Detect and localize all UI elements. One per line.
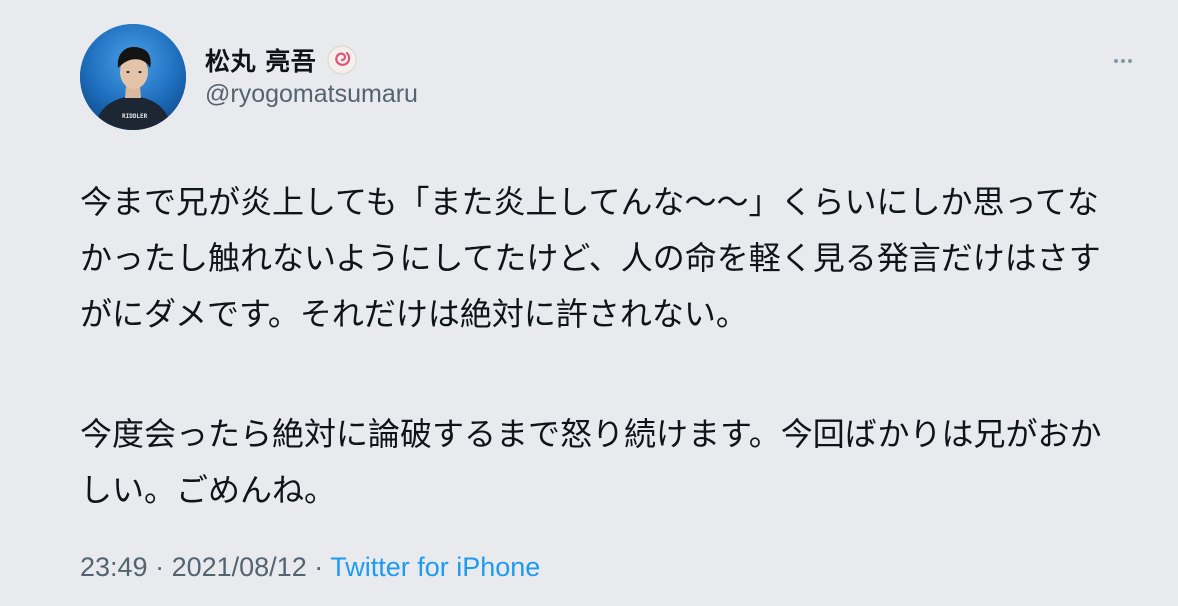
tweet-card: RIDDLER 松丸 亮吾 @ryogomatsumaru 今まで兄が炎上しても…: [0, 0, 1178, 606]
tweet-text-paragraph-2: 今度会ったら絶対に論破するまで怒り続けます。今回ばかりは兄がおかしい。ごめんね。: [80, 415, 1102, 509]
tweet-date[interactable]: 2021/08/12: [172, 552, 307, 582]
avatar-shirt-text: RIDDLER: [122, 113, 148, 120]
avatar-photo: RIDDLER: [80, 24, 186, 130]
more-icon[interactable]: [1108, 46, 1138, 76]
display-name[interactable]: 松丸 亮吾: [205, 42, 316, 78]
avatar[interactable]: RIDDLER: [80, 24, 186, 130]
tweet-meta: 23:49 · 2021/08/12 · Twitter for iPhone: [80, 552, 540, 583]
tweet-source-link[interactable]: Twitter for iPhone: [330, 552, 540, 582]
meta-separator: ·: [147, 552, 172, 582]
tweet-time[interactable]: 23:49: [80, 552, 148, 582]
meta-separator: ·: [306, 552, 331, 582]
tweet-text-paragraph-1: 今まで兄が炎上しても「また炎上してんな〜〜」くらいにしか思ってなかったし触れない…: [80, 183, 1101, 333]
naruto-icon: [326, 44, 358, 76]
author-name-row: 松丸 亮吾: [205, 42, 358, 78]
author-handle[interactable]: @ryogomatsumaru: [205, 80, 418, 109]
